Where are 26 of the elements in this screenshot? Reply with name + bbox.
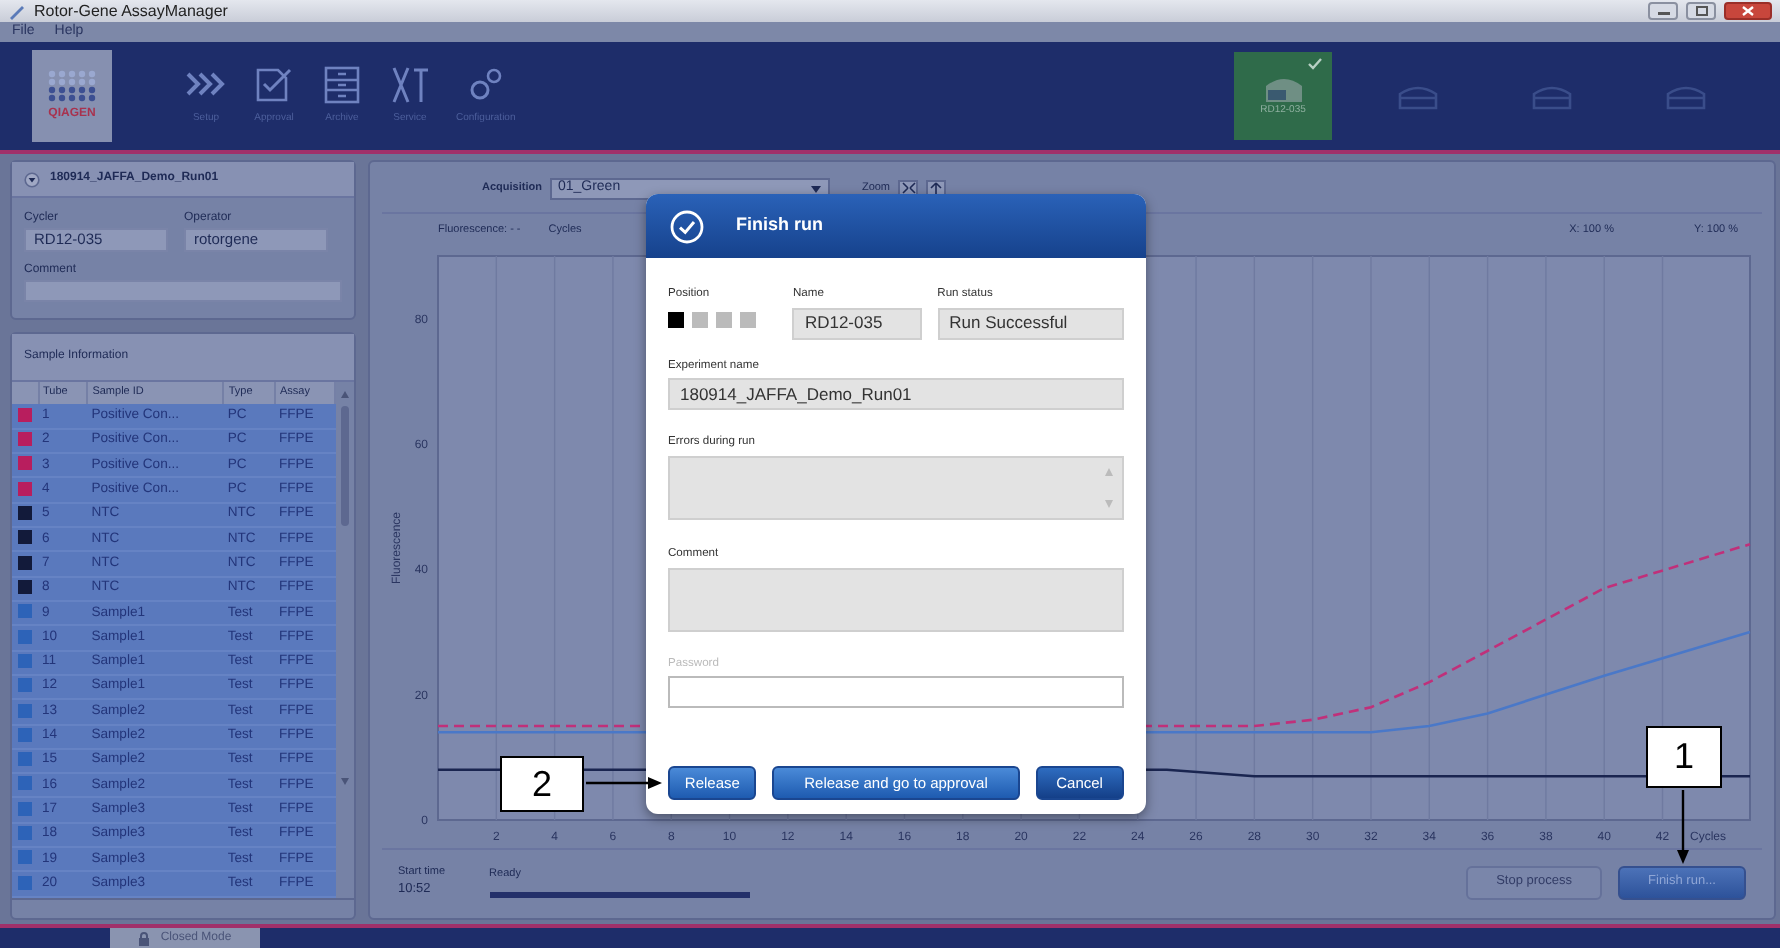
dialog-title: Finish run [736, 212, 823, 239]
position-slot[interactable] [668, 311, 684, 328]
cabinet-icon [320, 64, 364, 105]
comment-field[interactable] [668, 567, 1124, 632]
check-icon [1308, 58, 1322, 70]
collapse-icon[interactable] [24, 171, 40, 187]
minimize-button[interactable] [1648, 2, 1678, 20]
arrow [1676, 790, 1690, 864]
callout-label: 2 [500, 756, 584, 812]
callout-label: 1 [1646, 726, 1722, 788]
dots-icon [46, 68, 98, 102]
password-field[interactable] [668, 676, 1124, 709]
expand-icon [901, 182, 916, 194]
check-circle-icon [670, 209, 704, 243]
scroll-arrows-icon [1104, 466, 1114, 511]
up-arrow-icon [930, 182, 943, 194]
lock-icon [138, 931, 151, 945]
maximize-button[interactable] [1686, 2, 1716, 20]
checklist-icon [252, 64, 296, 105]
maximize-icon [1695, 6, 1707, 16]
close-button[interactable] [1724, 2, 1772, 20]
tools-icon [388, 64, 432, 105]
minimize-icon [1657, 6, 1669, 16]
window-title: Rotor-Gene AssayManager [34, 0, 228, 23]
close-icon [1742, 6, 1754, 16]
arrow [586, 776, 662, 790]
